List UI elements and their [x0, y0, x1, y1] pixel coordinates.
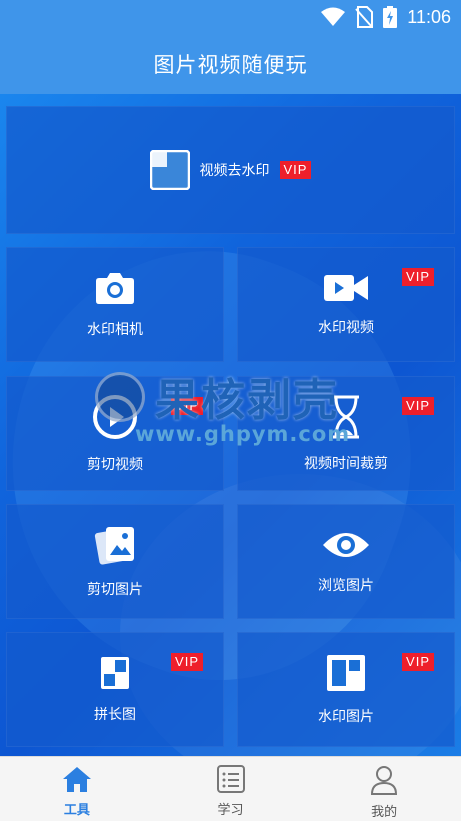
vip-badge: VIP — [402, 268, 434, 286]
clock: 11:06 — [407, 6, 451, 27]
tile-label: 水印相机 — [87, 320, 143, 337]
home-icon — [62, 767, 91, 792]
layout-grid-icon — [101, 656, 129, 689]
battery-charging-icon — [383, 6, 398, 28]
wifi-icon — [321, 7, 346, 26]
tab-label: 我的 — [371, 804, 398, 819]
photos-icon — [94, 526, 134, 565]
bottom-tabbar: 工具 学习 我的 — [0, 756, 461, 821]
status-icons: 11:06 — [321, 6, 451, 28]
tile-label: 视频去水印 — [199, 162, 270, 178]
tile-watermark-image[interactable]: 水印图片 VIP — [237, 632, 455, 747]
status-bar: 11:06 — [0, 0, 461, 34]
camera-icon — [96, 272, 134, 304]
tab-learn[interactable]: 学习 — [154, 757, 308, 821]
tile-browse-image[interactable]: 浏览图片 — [237, 504, 455, 619]
no-sim-icon — [355, 6, 374, 28]
hourglass-icon — [333, 395, 359, 438]
page-title: 图片视频随便玩 — [153, 54, 308, 77]
tile-label: 剪切视频 — [87, 455, 143, 472]
user-icon — [371, 766, 398, 795]
tool-grid: 视频去水印 VIP 水印相机 水印视频 VIP 剪切视频 VIP 视频时间裁剪 … — [0, 94, 461, 756]
tab-mine[interactable]: 我的 — [307, 757, 461, 821]
list-document-icon — [216, 765, 245, 793]
play-circle-icon — [93, 394, 137, 439]
vip-badge: VIP — [402, 653, 434, 671]
tab-tools[interactable]: 工具 — [0, 757, 154, 821]
tile-label: 拼长图 — [94, 705, 136, 722]
tile-watermark-video[interactable]: 水印视频 VIP — [237, 247, 455, 362]
tab-label: 工具 — [63, 802, 90, 817]
title-bar: 图片视频随便玩 — [0, 34, 461, 94]
tab-label: 学习 — [217, 802, 244, 817]
tile-label: 浏览图片 — [318, 576, 374, 593]
tile-label: 水印视频 — [318, 318, 374, 335]
tile-cut-image[interactable]: 剪切图片 — [6, 504, 224, 619]
crop-square-icon — [149, 150, 190, 190]
tile-label: 水印图片 — [318, 707, 374, 724]
tile-label: 剪切图片 — [87, 580, 143, 597]
vip-badge: VIP — [402, 397, 434, 415]
tile-label: 视频时间裁剪 — [304, 454, 388, 471]
vip-badge: VIP — [279, 161, 312, 179]
video-camera-icon — [324, 274, 368, 301]
vip-badge: VIP — [171, 653, 203, 671]
tile-remove-watermark[interactable]: 视频去水印 VIP — [6, 106, 455, 234]
eye-icon — [323, 532, 369, 557]
tile-video-trim[interactable]: 视频时间裁剪 VIP — [237, 376, 455, 491]
vip-badge: VIP — [171, 397, 203, 415]
tile-watermark-camera[interactable]: 水印相机 — [6, 247, 224, 362]
tile-cut-video[interactable]: 剪切视频 VIP — [6, 376, 224, 491]
tile-long-image[interactable]: 拼长图 VIP — [6, 632, 224, 747]
image-layout-icon — [327, 654, 365, 691]
